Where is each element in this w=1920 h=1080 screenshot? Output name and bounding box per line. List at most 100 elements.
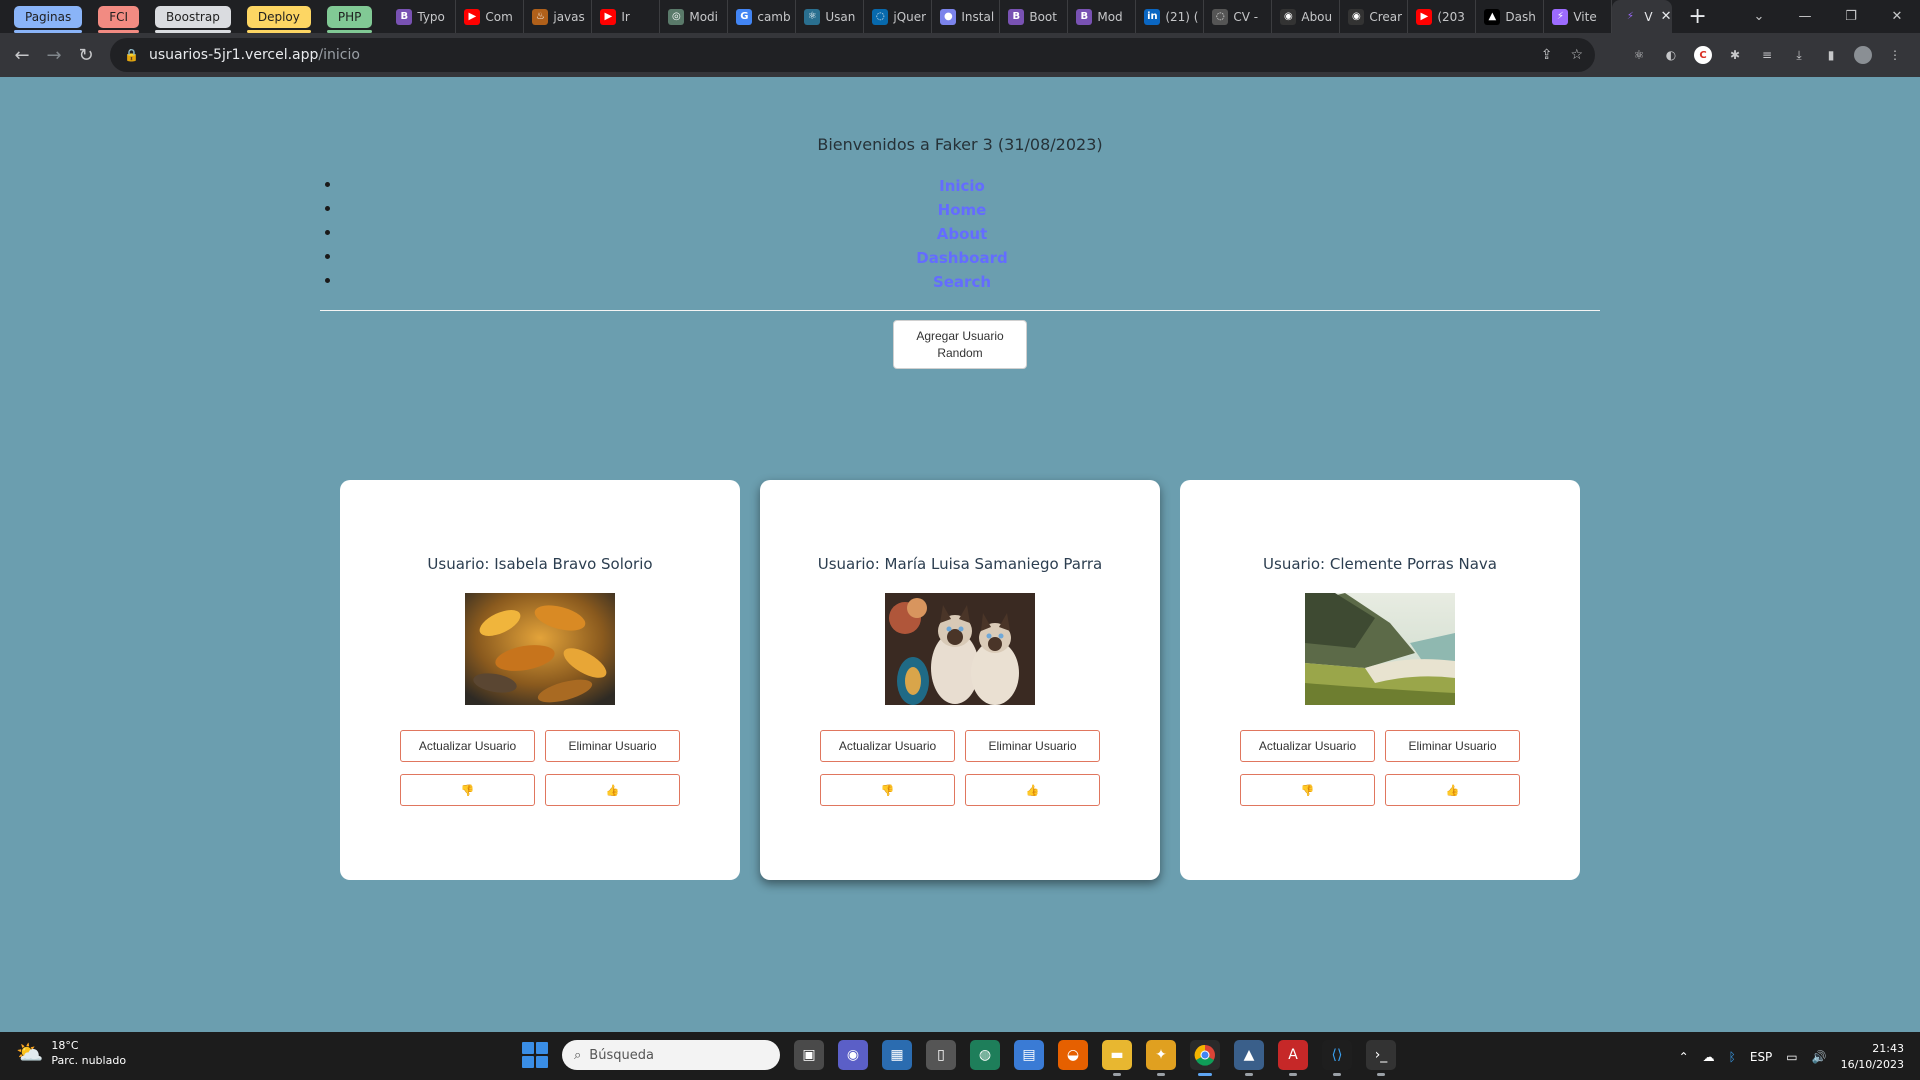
url-text[interactable]: usuarios-5jr1.vercel.app/inicio xyxy=(149,47,360,63)
vscode-icon[interactable]: ⟨⟩ xyxy=(1322,1040,1352,1076)
delete-user-button[interactable]: Eliminar Usuario xyxy=(1385,730,1520,762)
file-explorer-icon[interactable]: ▬ xyxy=(1102,1040,1132,1076)
browser-tab[interactable]: ◌ jQuer xyxy=(864,0,933,33)
download-icon[interactable]: ⤓ xyxy=(1790,46,1808,64)
dislike-button[interactable]: 👎 xyxy=(400,774,535,806)
browser-tab[interactable]: Gcamb xyxy=(728,0,797,33)
extensions-puzzle-icon[interactable]: ✱ xyxy=(1726,46,1744,64)
nav-link-home[interactable]: Home xyxy=(342,199,1582,221)
firefox-icon[interactable]: ◒ xyxy=(1058,1040,1088,1070)
edge-browser-icon[interactable]: ◍ xyxy=(970,1040,1000,1070)
language-indicator[interactable]: ESP xyxy=(1750,1050,1772,1064)
tab-title: Instal xyxy=(961,9,995,24)
tab-title: Ir xyxy=(621,9,630,24)
side-panel-icon[interactable]: ▮ xyxy=(1822,46,1840,64)
tab-group-deploy[interactable]: Deploy xyxy=(246,5,311,33)
update-user-button[interactable]: Actualizar Usuario xyxy=(820,730,955,762)
onedrive-cloud-icon[interactable]: ☁ xyxy=(1703,1050,1715,1064)
terminal-icon[interactable]: ›_ xyxy=(1366,1040,1396,1076)
browser-tab[interactable]: ▲ Dash xyxy=(1476,0,1545,33)
browser-tab[interactable]: B Boot xyxy=(1000,0,1069,33)
browser-tab[interactable]: ◉ Crear xyxy=(1340,0,1409,33)
back-button[interactable]: ← xyxy=(6,45,38,66)
browser-tab[interactable]: ▶ Ir xyxy=(592,0,661,33)
nav-link-dashboard[interactable]: Dashboard xyxy=(342,247,1582,269)
date: 16/10/2023 xyxy=(1840,1058,1904,1071)
tab-group-php[interactable]: PHP xyxy=(326,5,373,33)
browser-tab[interactable]: ⚛ Usan xyxy=(796,0,865,33)
show-hidden-icons-icon[interactable]: ⌃ xyxy=(1679,1050,1689,1064)
update-user-button[interactable]: Actualizar Usuario xyxy=(400,730,535,762)
like-button[interactable]: 👍 xyxy=(545,774,680,806)
new-tab-button[interactable]: + xyxy=(1688,4,1706,29)
restore-button[interactable]: ❐ xyxy=(1828,9,1874,24)
teams-chat-icon[interactable]: ◉ xyxy=(838,1040,868,1070)
start-button[interactable] xyxy=(522,1042,548,1068)
delete-user-button[interactable]: Eliminar Usuario xyxy=(965,730,1100,762)
extension-circle-icon[interactable]: ◐ xyxy=(1662,46,1680,64)
close-window-button[interactable]: ✕ xyxy=(1874,9,1920,24)
add-random-user-button[interactable]: Agregar Usuario Random xyxy=(893,320,1027,369)
lock-icon[interactable]: 🔒 xyxy=(124,48,139,62)
app-yellow-icon[interactable]: ✦ xyxy=(1146,1040,1176,1076)
welcome-heading: Bienvenidos a Faker 3 (31/08/2023) xyxy=(817,135,1103,154)
media-controls-icon[interactable]: ≡ xyxy=(1758,46,1776,64)
acrobat-icon[interactable]: A xyxy=(1278,1040,1308,1076)
browser-tab[interactable]: ◎ Modi xyxy=(660,0,729,33)
chrome-icon[interactable] xyxy=(1190,1040,1220,1076)
share-icon[interactable]: ⇪ xyxy=(1541,47,1553,63)
tab-title: Com xyxy=(485,9,513,24)
bookmark-star-icon[interactable]: ☆ xyxy=(1570,47,1583,63)
forward-button[interactable]: → xyxy=(38,45,70,66)
network-icon[interactable]: ▭ xyxy=(1786,1050,1797,1064)
tab-group-fci[interactable]: FCI xyxy=(98,5,140,33)
dislike-button[interactable]: 👎 xyxy=(820,774,955,806)
extension-c-icon[interactable]: C xyxy=(1694,46,1712,64)
like-button[interactable]: 👍 xyxy=(1385,774,1520,806)
like-button[interactable]: 👍 xyxy=(965,774,1100,806)
weather-widget[interactable]: ⛅ 18°C Parc. nublado xyxy=(16,1038,126,1068)
taskbar: ⛅ 18°C Parc. nublado ⌕ Búsqueda ▣ ◉ ▦ ▯ … xyxy=(0,1032,1920,1080)
close-tab-icon[interactable]: ✕ xyxy=(1661,9,1672,24)
browser-tab[interactable]: ◌ CV - xyxy=(1204,0,1273,33)
active-tab[interactable]: ⚡ V ✕ xyxy=(1612,0,1673,33)
device-app-icon[interactable]: ▯ xyxy=(926,1040,956,1070)
browser-tab[interactable]: ◉ Abou xyxy=(1272,0,1341,33)
delete-user-button[interactable]: Eliminar Usuario xyxy=(545,730,680,762)
nav-item-dashboard: Dashboard xyxy=(342,247,1600,271)
dislike-button[interactable]: 👎 xyxy=(1240,774,1375,806)
update-user-button[interactable]: Actualizar Usuario xyxy=(1240,730,1375,762)
react-devtools-icon[interactable]: ⚛ xyxy=(1630,46,1648,64)
browser-tab[interactable]: ▶ Com xyxy=(456,0,525,33)
browser-tab[interactable]: ▶ (203 xyxy=(1408,0,1477,33)
profile-avatar[interactable] xyxy=(1854,46,1872,64)
user-photo-coastal-mountain xyxy=(1305,593,1455,705)
tab-favicon-icon: B xyxy=(1076,8,1093,25)
taskbar-apps: ⌕ Búsqueda ▣ ◉ ▦ ▯ ◍ ▤ ◒ ▬ ✦ ▲ A ⟨⟩ ›_ xyxy=(522,1040,1396,1076)
tab-group-paginas[interactable]: Paginas xyxy=(14,5,83,33)
browser-tab[interactable]: B Mod xyxy=(1068,0,1137,33)
nav-link-inicio[interactable]: Inicio xyxy=(342,175,1582,197)
browser-menu-icon[interactable]: ⋮ xyxy=(1886,46,1904,64)
bluetooth-icon[interactable]: ᛒ xyxy=(1729,1050,1736,1064)
minimize-button[interactable]: — xyxy=(1782,9,1828,24)
nav-link-search[interactable]: Search xyxy=(342,271,1582,293)
nav-link-about[interactable]: About xyxy=(342,223,1582,245)
store-app-icon[interactable]: ▤ xyxy=(1014,1040,1044,1070)
browser-tab[interactable]: ⚡ Vite xyxy=(1544,0,1613,33)
taskbar-search[interactable]: ⌕ Búsqueda xyxy=(562,1040,780,1070)
browser-tab[interactable]: B Typo xyxy=(388,0,457,33)
browser-tab[interactable]: ● Instal xyxy=(932,0,1001,33)
tab-search-icon[interactable]: ⌄ xyxy=(1736,9,1782,24)
reload-button[interactable]: ↻ xyxy=(70,45,102,66)
tab-group-boostrap[interactable]: Boostrap xyxy=(155,5,231,33)
address-bar[interactable]: 🔒 usuarios-5jr1.vercel.app/inicio ⇪ ☆ xyxy=(110,38,1595,72)
browser-tab[interactable]: in (21) ( xyxy=(1136,0,1205,33)
volume-icon[interactable]: 🔊 xyxy=(1812,1050,1827,1064)
monitor-app-icon[interactable]: ▲ xyxy=(1234,1040,1264,1076)
photos-app-icon[interactable]: ▦ xyxy=(882,1040,912,1070)
tab-favicon-icon: ♨ xyxy=(532,8,549,25)
task-view-icon[interactable]: ▣ xyxy=(794,1040,824,1070)
clock[interactable]: 21:43 16/10/2023 xyxy=(1841,1041,1904,1073)
browser-tab[interactable]: ♨ javas xyxy=(524,0,593,33)
